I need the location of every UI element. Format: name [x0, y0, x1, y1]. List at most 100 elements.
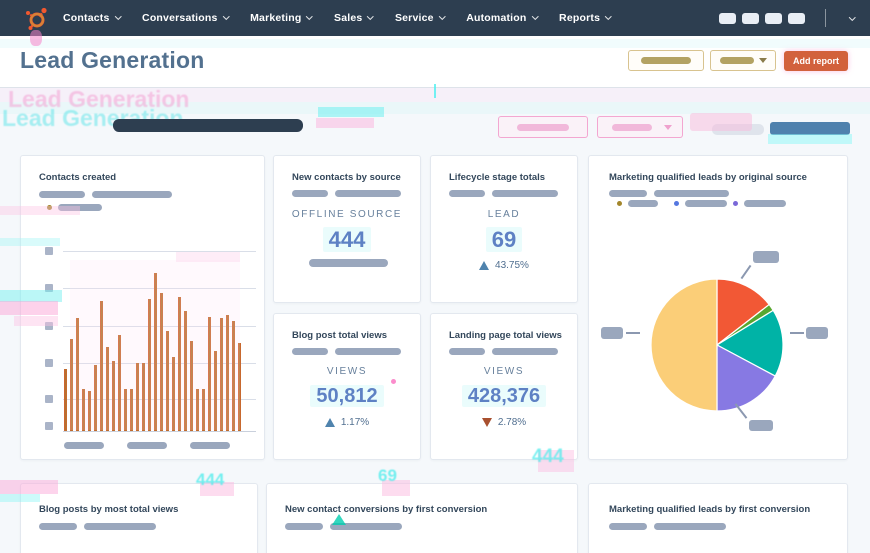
legend-label-skeleton — [744, 200, 786, 207]
card-new-contacts-by-source: New contacts by source OFFLINE SOURCE 44… — [273, 155, 421, 303]
chevron-down-icon — [114, 13, 121, 20]
button-label-skeleton — [719, 57, 754, 64]
bar — [154, 273, 157, 431]
subtitle-skeleton — [292, 348, 328, 355]
add-report-button[interactable]: Add report — [784, 51, 848, 71]
glitch-band — [0, 102, 870, 114]
dashboard-action-skeleton — [770, 122, 850, 135]
nav-item-marketing[interactable]: Marketing — [250, 12, 313, 24]
card-title: New contacts by source — [292, 172, 401, 183]
card-title: Contacts created — [39, 172, 117, 183]
pie-slice-yellow — [650, 278, 718, 412]
legend-label-skeleton — [58, 204, 102, 211]
card-landing-page-total-views: Landing page total views VIEWS 428,376 2… — [430, 313, 578, 460]
subtitle-skeleton — [84, 523, 156, 530]
bar — [118, 335, 121, 431]
glitch-block — [768, 134, 852, 144]
chevron-down-icon — [605, 13, 612, 20]
glitch-block — [318, 107, 384, 117]
dashboard-dropdown-button-skeleton[interactable] — [710, 50, 776, 71]
y-tick-skeleton — [45, 247, 53, 255]
subtitle-skeleton — [654, 523, 726, 530]
bar — [130, 389, 133, 431]
card-mql-by-first-conversion: Marketing qualified leads by first conve… — [588, 483, 848, 553]
bar — [232, 321, 235, 431]
bar — [196, 389, 199, 431]
metric-value: 50,812 — [274, 385, 420, 408]
pie-label-skeleton — [749, 420, 773, 431]
chevron-down-icon — [306, 13, 313, 20]
dashboard-filter-button-skeleton[interactable] — [628, 50, 704, 71]
top-navigation: Contacts Conversations Marketing Sales S… — [0, 0, 870, 36]
nav-item-contacts[interactable]: Contacts — [63, 12, 121, 24]
subtitle-skeleton — [449, 190, 485, 197]
bar — [202, 389, 205, 431]
subtitle-skeleton — [330, 523, 402, 530]
subtitle-skeleton — [654, 190, 729, 197]
subtitle-skeleton — [92, 191, 172, 198]
metric-label: VIEWS — [326, 366, 368, 377]
bar — [124, 389, 127, 431]
nav-tool-button-skeleton[interactable] — [718, 12, 736, 24]
glitch-block — [316, 118, 374, 128]
delta-indicator: 1.17% — [274, 417, 420, 428]
bar — [148, 299, 151, 431]
glitch-ghost-title: Lead Generation — [8, 86, 190, 112]
bar — [178, 297, 181, 431]
subtitle-skeleton — [449, 348, 485, 355]
legend-dot — [617, 201, 622, 206]
subtitle-skeleton — [335, 348, 401, 355]
nav-item-conversations[interactable]: Conversations — [142, 12, 230, 24]
hubspot-logo-icon[interactable] — [24, 6, 48, 30]
bar — [208, 317, 211, 431]
card-title: Marketing qualified leads by original so… — [609, 172, 807, 183]
nav-item-service[interactable]: Service — [395, 12, 446, 24]
nav-menu: Contacts Conversations Marketing Sales S… — [63, 12, 612, 24]
y-tick-skeleton — [45, 284, 53, 292]
nav-tool-button-skeleton[interactable] — [787, 12, 805, 24]
subtitle-skeleton — [292, 190, 328, 197]
trend-down-icon — [481, 418, 492, 427]
trend-up-icon — [479, 261, 490, 270]
page-title: Lead Generation — [20, 47, 205, 73]
card-title: Blog post total views — [292, 330, 388, 341]
card-title: New contact conversions by first convers… — [285, 504, 488, 515]
glitch-band — [0, 88, 870, 102]
y-tick-skeleton — [45, 395, 53, 403]
nav-item-sales[interactable]: Sales — [334, 12, 374, 24]
bar — [172, 357, 175, 431]
subtitle-skeleton — [39, 191, 85, 198]
bar — [94, 365, 97, 431]
bar — [238, 343, 241, 431]
nav-utility-cluster — [713, 9, 855, 27]
subtitle-skeleton — [609, 190, 647, 197]
y-tick-skeleton — [45, 322, 53, 330]
nav-tool-button-skeleton[interactable] — [764, 12, 782, 24]
bar — [106, 347, 109, 431]
button-label-skeleton — [641, 57, 691, 64]
bar — [166, 331, 169, 431]
nav-tool-button-skeleton[interactable] — [741, 12, 759, 24]
glitch-ghost-button — [498, 116, 588, 138]
card-title: Marketing qualified leads by first conve… — [609, 504, 811, 515]
nav-item-automation[interactable]: Automation — [466, 12, 538, 24]
card-mql-by-original-source: Marketing qualified leads by original so… — [588, 155, 848, 460]
chevron-down-icon — [367, 13, 374, 20]
bar — [82, 389, 85, 431]
glitch-ghost-title: Lead Generation — [2, 105, 184, 131]
subtitle-skeleton — [335, 190, 401, 197]
account-chevron-down-icon[interactable] — [848, 13, 855, 21]
bar — [70, 339, 73, 431]
nav-item-reports[interactable]: Reports — [559, 12, 612, 24]
bar — [190, 341, 193, 431]
legend-dot — [47, 205, 52, 210]
legend-dot — [674, 201, 679, 206]
x-axis-line — [63, 431, 256, 432]
metric-label: LEAD — [487, 209, 521, 220]
trend-up-icon — [324, 418, 335, 427]
bar — [142, 363, 145, 431]
bar — [214, 351, 217, 431]
legend-label-skeleton — [685, 200, 727, 207]
caret-down-icon — [758, 58, 767, 63]
legend-dot — [733, 201, 738, 206]
